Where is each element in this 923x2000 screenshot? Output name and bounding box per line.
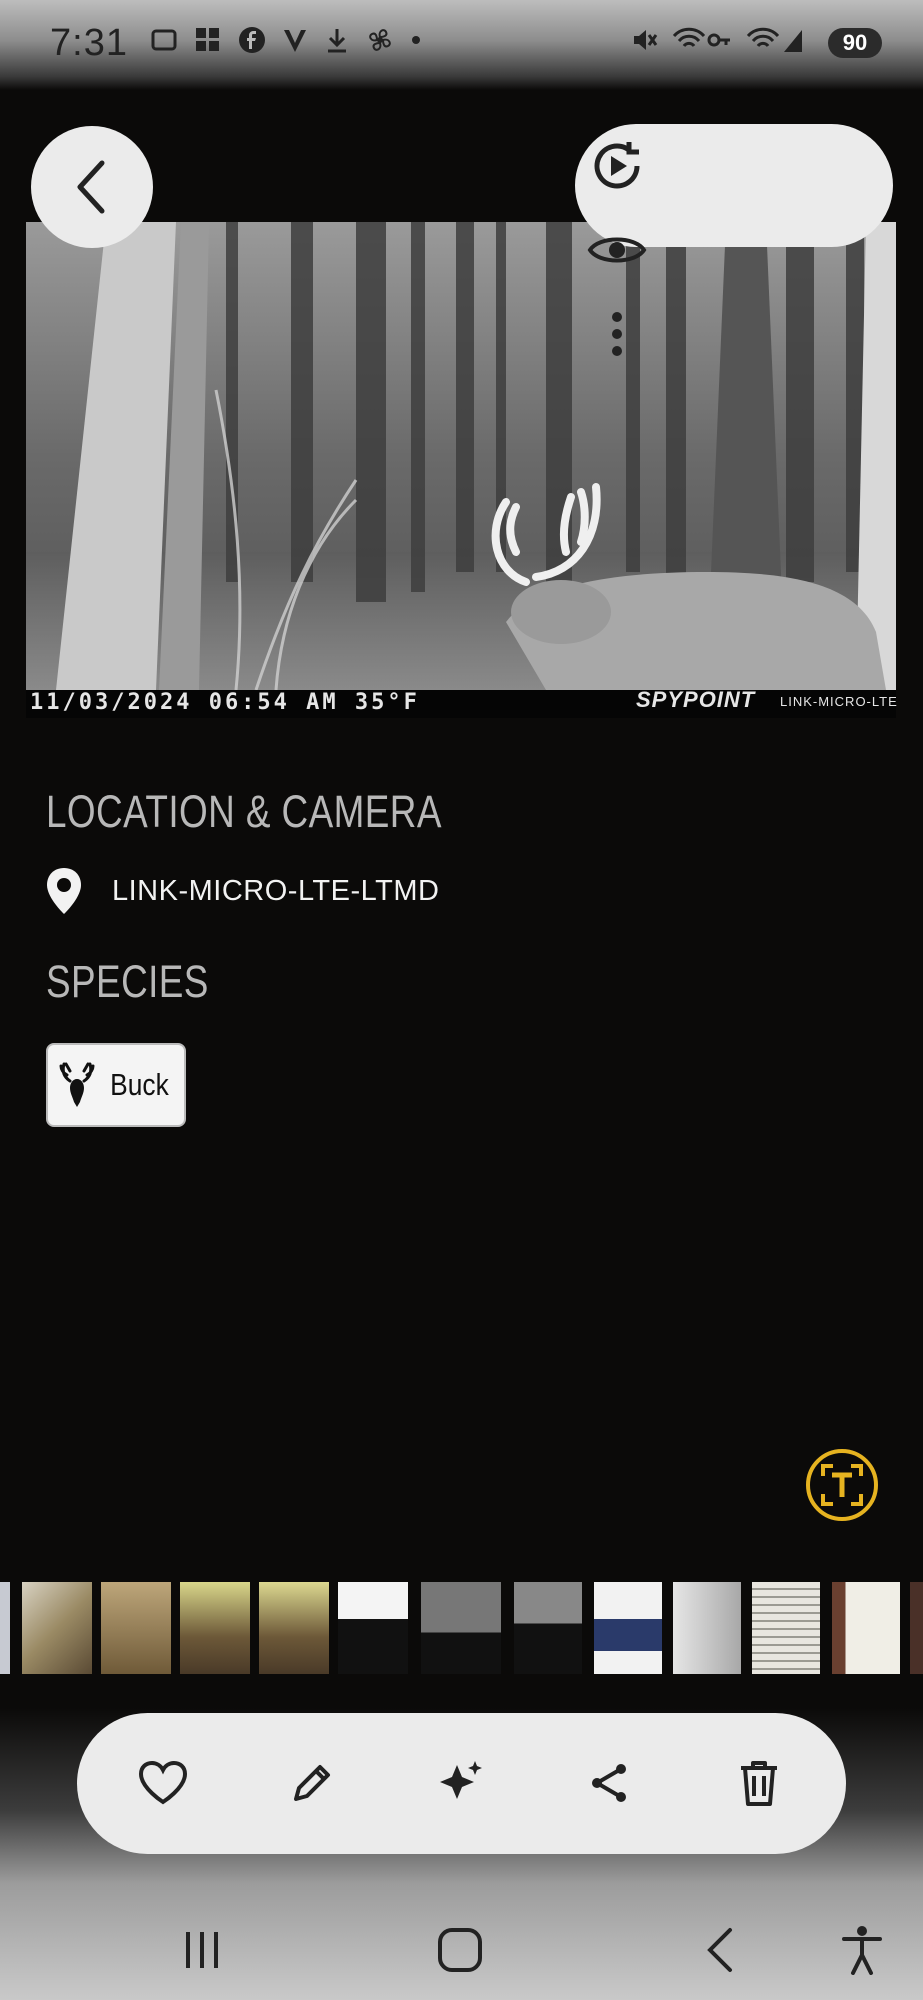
species-heading: SPECIES bbox=[46, 956, 209, 1007]
v-app-icon bbox=[284, 30, 306, 52]
system-navigation-bar bbox=[0, 1890, 923, 2000]
motion-photo-button[interactable] bbox=[575, 124, 659, 208]
eye-icon bbox=[587, 237, 647, 263]
status-system-icons bbox=[630, 26, 806, 54]
top-actions-pill bbox=[575, 124, 893, 356]
delete-button[interactable] bbox=[719, 1743, 799, 1823]
location-heading: LOCATION & CAMERA bbox=[46, 786, 442, 837]
thumbnail[interactable] bbox=[22, 1582, 92, 1674]
thumbnail[interactable] bbox=[421, 1582, 501, 1674]
motion-photo-icon bbox=[594, 142, 640, 189]
battery-indicator: 90 bbox=[828, 28, 882, 58]
download-icon bbox=[328, 29, 346, 53]
thumbnail[interactable] bbox=[338, 1582, 408, 1674]
edit-icon bbox=[294, 1765, 330, 1801]
recent-apps-button[interactable] bbox=[162, 1910, 242, 1990]
thumbnail[interactable] bbox=[910, 1582, 923, 1674]
view-button[interactable] bbox=[575, 208, 659, 292]
camera-brand: SPYPOINT bbox=[636, 687, 756, 712]
screenshot-icon bbox=[151, 29, 177, 51]
bottom-actions-pill bbox=[77, 1713, 846, 1854]
accessibility-icon bbox=[842, 1926, 882, 1975]
ai-edit-button[interactable] bbox=[421, 1743, 501, 1823]
fan-icon bbox=[369, 29, 391, 51]
thumbnail[interactable] bbox=[594, 1582, 662, 1674]
species-chip-label: Buck bbox=[109, 1067, 169, 1102]
thumbnail[interactable] bbox=[514, 1582, 582, 1674]
location-row: LINK-MICRO-LTE-LTMD bbox=[44, 866, 439, 916]
buck-photo-image bbox=[26, 222, 896, 690]
thumbnail[interactable] bbox=[259, 1582, 329, 1674]
thumbnail-strip bbox=[0, 1582, 923, 1676]
species-chip-buck[interactable]: Buck bbox=[46, 1043, 186, 1127]
signal-icon bbox=[746, 27, 802, 52]
photo-timestamp: 11/03/2024 06:54 AM 35°F bbox=[30, 690, 420, 715]
nav-back-button[interactable] bbox=[680, 1910, 760, 1990]
favorite-button[interactable] bbox=[123, 1743, 203, 1823]
thumbnail[interactable] bbox=[832, 1582, 900, 1674]
more-options-icon bbox=[612, 312, 622, 356]
thumbnail[interactable] bbox=[180, 1582, 250, 1674]
thumbnail[interactable] bbox=[0, 1582, 10, 1674]
trail-camera-photo[interactable] bbox=[26, 222, 896, 690]
accessibility-button[interactable] bbox=[822, 1910, 902, 1990]
text-extract-icon bbox=[821, 1464, 863, 1506]
edit-button[interactable] bbox=[272, 1743, 352, 1823]
home-button[interactable] bbox=[420, 1910, 500, 1990]
grid-app-icon bbox=[196, 28, 219, 51]
location-pin-icon bbox=[47, 868, 81, 914]
wifi-key-icon bbox=[672, 27, 730, 48]
share-icon bbox=[592, 1764, 626, 1802]
nav-back-icon bbox=[707, 1928, 732, 1972]
facebook-icon bbox=[239, 27, 265, 53]
buck-head-icon bbox=[59, 1062, 95, 1107]
dot-icon bbox=[412, 36, 420, 44]
recent-apps-icon bbox=[186, 1932, 218, 1968]
mute-icon bbox=[634, 30, 658, 50]
home-icon bbox=[438, 1928, 482, 1972]
status-notification-icons bbox=[150, 26, 422, 54]
camera-model: LINK-MICRO-LTE bbox=[780, 694, 898, 709]
thumbnail[interactable] bbox=[752, 1582, 820, 1674]
back-button[interactable] bbox=[31, 126, 153, 248]
thumbnail[interactable] bbox=[673, 1582, 741, 1674]
status-time: 7:31 bbox=[50, 22, 128, 64]
more-options-button[interactable] bbox=[575, 292, 659, 376]
ai-sparkle-icon bbox=[440, 1761, 482, 1799]
text-extract-button[interactable] bbox=[806, 1449, 878, 1521]
delete-icon bbox=[741, 1761, 777, 1806]
location-value: LINK-MICRO-LTE-LTMD bbox=[112, 874, 440, 907]
back-icon bbox=[77, 160, 105, 214]
share-button[interactable] bbox=[569, 1743, 649, 1823]
heart-icon bbox=[138, 1760, 188, 1805]
thumbnail[interactable] bbox=[101, 1582, 171, 1674]
